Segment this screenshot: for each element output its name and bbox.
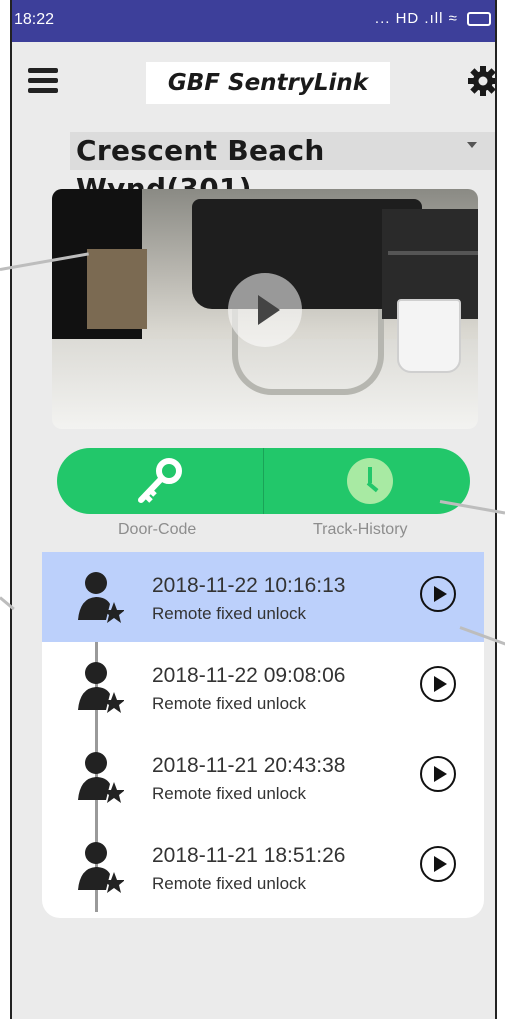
video-box — [87, 249, 147, 329]
play-record-button[interactable] — [420, 846, 456, 882]
play-record-button[interactable] — [420, 576, 456, 612]
history-timestamp: 2018-11-21 20:43:38 — [152, 754, 346, 777]
dropdown-caret-icon[interactable] — [467, 142, 477, 148]
menu-icon-bar — [28, 78, 58, 83]
history-row[interactable]: 2018-11-22 09:08:06 Remote fixed unlock — [42, 642, 484, 732]
phone-screen: 18:22 ... HD .ıll ≈ GBF SentryLink Cresc… — [10, 0, 497, 1019]
menu-button[interactable] — [28, 68, 58, 93]
history-row[interactable]: 2018-11-22 10:16:13 Remote fixed unlock — [42, 552, 484, 642]
menu-icon-bar — [28, 68, 58, 73]
history-row[interactable]: 2018-11-21 20:43:38 Remote fixed unlock — [42, 732, 484, 822]
history-timestamp: 2018-11-22 09:08:06 — [152, 664, 346, 687]
menu-icon-bar — [28, 88, 58, 93]
settings-gear-icon[interactable] — [468, 66, 497, 96]
user-star-icon — [78, 842, 124, 893]
signal-icon: ... HD .ıll ≈ — [374, 10, 458, 27]
status-bar: 18:22 ... HD .ıll ≈ — [12, 0, 495, 42]
track-history-label: Track-History — [313, 521, 408, 538]
status-time: 18:22 — [14, 11, 55, 28]
play-record-button[interactable] — [420, 756, 456, 792]
video-play-button[interactable] — [228, 273, 302, 347]
user-star-icon — [78, 572, 124, 623]
location-selector[interactable]: Crescent Beach Wynd(301) — [70, 132, 495, 205]
action-bar — [57, 448, 470, 514]
door-code-button[interactable] — [57, 448, 263, 514]
user-star-icon — [78, 752, 124, 803]
camera-preview[interactable] — [52, 189, 478, 429]
history-row[interactable]: 2018-11-21 18:51:26 Remote fixed unlock — [42, 822, 484, 912]
door-code-label: Door-Code — [118, 521, 197, 538]
history-timestamp: 2018-11-22 10:16:13 — [152, 574, 346, 597]
key-icon — [138, 458, 182, 503]
history-event: Remote fixed unlock — [152, 874, 307, 893]
play-record-button[interactable] — [420, 666, 456, 702]
history-timestamp: 2018-11-21 18:51:26 — [152, 844, 346, 867]
track-history-button[interactable] — [264, 448, 470, 514]
history-list: 2018-11-22 10:16:13 Remote fixed unlock … — [42, 552, 484, 918]
video-cabinet-drawer — [388, 251, 478, 255]
app-title: GBF SentryLink — [146, 62, 390, 104]
history-event: Remote fixed unlock — [152, 784, 307, 803]
clock-icon — [347, 458, 393, 504]
history-event: Remote fixed unlock — [152, 694, 307, 713]
battery-icon — [467, 12, 491, 27]
user-star-icon — [78, 662, 124, 713]
status-icons: ... HD .ıll ≈ — [375, 10, 491, 27]
history-event: Remote fixed unlock — [152, 604, 307, 623]
app-header: GBF SentryLink — [12, 42, 495, 128]
video-bin — [397, 299, 461, 373]
